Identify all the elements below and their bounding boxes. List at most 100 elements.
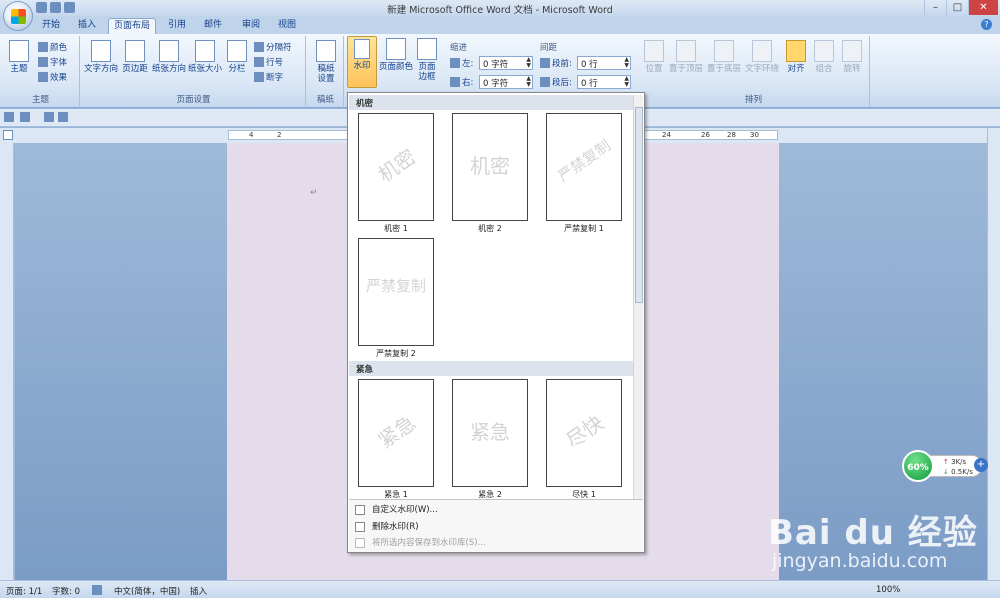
watermark-thumb[interactable]: 严禁复制 (546, 113, 622, 221)
rotate-button[interactable]: 旋转 (838, 40, 866, 74)
gallery-scroll-thumb[interactable] (635, 107, 643, 303)
hyphenation-button[interactable]: 断字 (254, 71, 283, 83)
spacing-before-field[interactable]: 0 行 ▲ ▼ (577, 56, 631, 70)
fonts-button[interactable]: 字体 (38, 56, 67, 68)
columns-icon (227, 40, 247, 62)
watermark-thumb[interactable]: 尽快 (546, 379, 622, 487)
word-count[interactable]: 字数: 0 (52, 585, 80, 597)
spacing-after-icon (540, 77, 550, 87)
bring-to-front-button[interactable]: 置于顶层 (668, 40, 704, 74)
colors-button[interactable]: 颜色 (38, 41, 67, 53)
indent-right-field[interactable]: 0 字符 ▲ ▼ (479, 75, 533, 89)
watermark-icon (354, 39, 370, 59)
line-numbers-icon (254, 57, 264, 67)
page-setup-group: 文字方向 页边距 纸张方向 纸张大小 分栏 分隔符 行号 断字 页面设置 (82, 36, 306, 106)
save-watermark-icon (355, 538, 365, 548)
watermark-thumb[interactable]: 机密 (452, 113, 528, 221)
gallery-scrollbar[interactable] (633, 95, 643, 499)
tab-insert[interactable]: 插入 (72, 18, 102, 34)
page-borders-button[interactable]: 页面 边框 (414, 38, 440, 82)
maximize-button[interactable]: □ (946, 0, 968, 15)
margins-button[interactable]: 页边距 (120, 40, 150, 74)
tab-review[interactable]: 审阅 (236, 18, 266, 34)
tab-references[interactable]: 引用 (162, 18, 192, 34)
send-to-back-icon (714, 40, 734, 62)
ruler-number: 26 (701, 131, 710, 139)
tab-selector-icon[interactable] (3, 130, 13, 140)
window-title: 新建 Microsoft Office Word 文档 - Microsoft … (387, 5, 613, 16)
section-header-confidential: 机密 (349, 95, 633, 110)
baidu-logo: Bai du 经验 (768, 513, 978, 553)
font-color-icon[interactable] (58, 112, 68, 122)
watermark-thumb[interactable]: 机密 (358, 113, 434, 221)
close-button[interactable]: ✕ (968, 0, 998, 15)
spin-arrows-icon[interactable]: ▲ ▼ (624, 76, 629, 88)
net-usage-circle: 60% (902, 450, 934, 482)
remove-watermark-item[interactable]: 删除水印(R) (351, 519, 641, 535)
draft-group: 稿纸 设置 稿纸 (308, 36, 344, 106)
network-monitor[interactable]: ↑ 3K/s ↓ 0.5K/s 60% + (902, 450, 988, 482)
spin-arrows-icon[interactable]: ▲ ▼ (526, 57, 531, 69)
upload-speed: ↑ 3K/s (943, 458, 967, 466)
vertical-ruler (0, 143, 14, 580)
help-icon[interactable]: ? (981, 19, 992, 30)
minimize-button[interactable]: – (924, 0, 946, 15)
send-to-back-button[interactable]: 置于底层 (706, 40, 742, 74)
position-button[interactable]: 位置 (640, 40, 668, 74)
tab-page-layout[interactable]: 页面布局 (108, 18, 156, 34)
zoom-level[interactable]: 100% (876, 585, 900, 595)
effects-button[interactable]: 效果 (38, 71, 67, 83)
spin-arrows-icon[interactable]: ▲ ▼ (624, 57, 629, 69)
spacing-before-icon (540, 58, 550, 68)
save-watermark-item[interactable]: 将所选内容保存到水印库(S)... (351, 535, 641, 551)
page-borders-icon (417, 38, 437, 60)
draft-settings-button[interactable]: 稿纸 设置 (312, 40, 340, 84)
themes-button[interactable]: 主题 (6, 40, 32, 74)
align-button[interactable]: 对齐 (782, 40, 810, 74)
orientation-button[interactable]: 纸张方向 (152, 40, 186, 74)
insert-mode[interactable]: 插入 (190, 585, 207, 597)
spacing-after-field[interactable]: 0 行 ▲ ▼ (577, 75, 631, 89)
draft-group-label: 稿纸 (316, 95, 334, 105)
download-speed: ↓ 0.5K/s (943, 468, 973, 476)
office-button[interactable] (3, 1, 33, 31)
page-count[interactable]: 页面: 1/1 (6, 585, 42, 597)
watermark-thumb[interactable]: 严禁复制 (358, 238, 434, 346)
baidu-watermark: Bai du 经验 jingyan.baidu.com (768, 505, 998, 583)
arrange-group-label: 排列 (744, 95, 762, 105)
language-status[interactable]: 中文(简体，中国) (114, 585, 180, 597)
tab-view[interactable]: 视图 (272, 18, 302, 34)
custom-watermark-item[interactable]: 自定义水印(W)... (351, 502, 641, 518)
breaks-icon (254, 42, 264, 52)
group-button[interactable]: 组合 (810, 40, 838, 74)
proofing-icon[interactable] (92, 585, 102, 595)
size-button[interactable]: 纸张大小 (188, 40, 222, 74)
watermark-thumb[interactable]: 紧急 (358, 379, 434, 487)
themes-group: 主题 颜色 字体 效果 主题 (2, 36, 80, 106)
columns-button[interactable]: 分栏 (224, 40, 250, 74)
paragraph-mark-icon: ↵ (310, 188, 318, 198)
indent-left-field[interactable]: 0 字符 ▲ ▼ (479, 56, 533, 70)
align-icon (786, 40, 806, 62)
text-direction-button[interactable]: 文字方向 (84, 40, 118, 74)
watermark-button[interactable]: 水印 (347, 36, 377, 88)
breaks-button[interactable]: 分隔符 (254, 41, 292, 53)
repeat-icon[interactable] (44, 112, 54, 122)
ruler-number: 4 (249, 131, 254, 139)
tab-home[interactable]: 开始 (36, 18, 66, 34)
spin-arrows-icon[interactable]: ▲ ▼ (526, 76, 531, 88)
page-color-button[interactable]: 页面颜色 (378, 38, 414, 72)
save-icon[interactable] (4, 112, 14, 122)
size-icon (195, 40, 215, 62)
watermark-label: 机密 2 (478, 224, 502, 233)
watermark-thumb[interactable]: 紧急 (452, 379, 528, 487)
text-wrap-button[interactable]: 文字环绕 (744, 40, 780, 74)
tab-mailings[interactable]: 邮件 (198, 18, 228, 34)
ruler-number: 28 (727, 131, 736, 139)
plus-icon[interactable]: + (974, 458, 988, 472)
line-numbers-button[interactable]: 行号 (254, 56, 283, 68)
indent-right-icon (450, 77, 460, 87)
ruler-number: 2 (277, 131, 282, 139)
position-icon (644, 40, 664, 62)
undo-icon[interactable] (20, 112, 30, 122)
